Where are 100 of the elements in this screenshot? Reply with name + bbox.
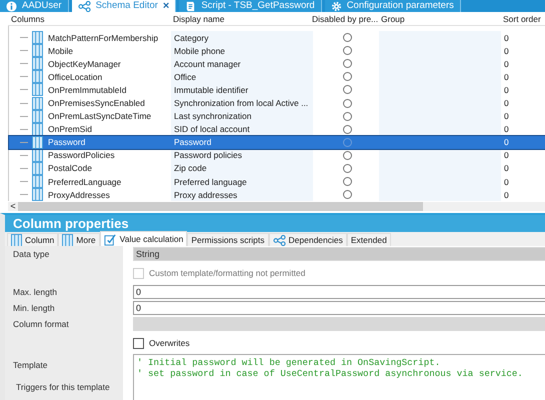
column-header[interactable]: Group — [378, 14, 500, 24]
column-icon — [32, 70, 43, 84]
column-name: Password — [48, 137, 86, 148]
radio-button[interactable] — [343, 164, 352, 173]
tab[interactable]: Extended — [346, 233, 391, 246]
display-name: Preferred language — [174, 176, 247, 187]
column-icon — [11, 234, 22, 247]
display-name: Office — [174, 72, 196, 82]
edit-icon — [104, 232, 117, 246]
radio-button[interactable] — [343, 72, 352, 82]
table-row[interactable]: OnPremisesSyncEnabled Synchronization from local Active ... 0 — [9, 96, 545, 110]
radio-button[interactable] — [343, 190, 352, 200]
display-name: Proxy addresses — [174, 190, 238, 200]
radio-button[interactable] — [343, 46, 352, 56]
radio-button[interactable] — [343, 177, 352, 186]
display-name: Synchronization from local Active ... — [174, 98, 308, 108]
input-field[interactable]: 0 — [133, 285, 545, 300]
field-label: Template — [13, 360, 48, 370]
checkbox-label: Custom template/formatting not permitted — [149, 268, 306, 278]
display-name: Immutable identifier — [174, 84, 248, 95]
radio-button[interactable] — [343, 150, 352, 160]
table-row[interactable]: OnPremLastSyncDateTime Last synchronization 0 — [9, 110, 545, 123]
sort-order: 0 — [504, 124, 509, 134]
column-icon — [32, 175, 43, 188]
column-name: OfficeLocation — [48, 72, 102, 82]
radio-button[interactable] — [343, 59, 352, 68]
display-name: Password policies — [174, 150, 242, 160]
display-name: Last synchronization — [174, 111, 252, 122]
field-label: Min. length — [13, 303, 55, 314]
display-name: Category — [174, 32, 208, 43]
table-row[interactable]: OnPremImmutableId Immutable identifier 0 — [9, 83, 545, 96]
share-icon — [272, 234, 286, 246]
table-row[interactable]: Mobile Mobile phone 0 — [9, 44, 545, 58]
tab[interactable]: More — [58, 233, 100, 246]
table-row[interactable]: MatchPatternForMembership Category 0 — [9, 31, 545, 44]
triggers-label: Triggers for this template — [15, 382, 111, 392]
column-icon — [32, 57, 43, 70]
tab[interactable]: Value calculation — [100, 231, 188, 246]
document-tab[interactable]: Schema Editor × — [72, 0, 176, 12]
column-icon — [32, 148, 43, 162]
table-row[interactable]: PasswordPolicies Password policies 0 — [9, 148, 545, 162]
display-name: Account manager — [174, 58, 241, 69]
column-icon — [32, 122, 43, 136]
field-label: Data type — [13, 249, 50, 260]
column-header[interactable]: Sort order — [500, 14, 545, 24]
sort-order: 0 — [504, 72, 509, 82]
readonly-field: String — [133, 247, 545, 262]
column-name: OnPremImmutableId — [48, 84, 126, 95]
sort-order: 0 — [504, 111, 509, 122]
column-icon — [32, 83, 43, 96]
checkbox[interactable] — [133, 338, 144, 349]
table-row[interactable]: ProxyAddresses Proxy addresses 0 — [9, 188, 545, 202]
column-icon — [32, 162, 43, 175]
radio-button[interactable] — [343, 112, 352, 121]
column-name: PostalCode — [48, 163, 92, 174]
column-name: PasswordPolicies — [48, 150, 115, 160]
code-editor[interactable]: ' Initial password will be generated in OnSavingScript. ' set password in case of UseCentralPassword asynchronous via service. — [133, 354, 545, 400]
radio-button[interactable] — [343, 85, 352, 94]
radio-button[interactable] — [343, 98, 352, 108]
table-row[interactable]: ObjectKeyManager Account manager 0 — [9, 57, 545, 70]
share-icon — [78, 0, 91, 12]
tab[interactable]: Permissions scripts — [187, 233, 269, 246]
column-icon — [62, 234, 74, 247]
code-comment: ' set password in case of UseCentralPassword asynchronous via service. — [137, 368, 524, 380]
table-row[interactable]: Password Password 0 — [9, 136, 545, 149]
sort-order: 0 — [504, 137, 509, 148]
code-comment: ' Initial password will be generated in OnSavingScript. — [137, 357, 442, 368]
column-icon — [32, 136, 43, 149]
sort-order: 0 — [504, 98, 509, 108]
table-row[interactable]: PreferredLanguage Preferred language 0 — [9, 175, 545, 188]
sort-order: 0 — [504, 84, 509, 95]
close-icon[interactable]: × — [162, 0, 170, 12]
column-name: OnPremisesSyncEnabled — [48, 98, 145, 108]
column-name: ProxyAddresses — [48, 190, 110, 200]
sort-order: 0 — [504, 58, 509, 69]
radio-button[interactable] — [343, 124, 352, 134]
table-row[interactable]: PostalCode Zip code 0 — [9, 162, 545, 176]
scrollbar-thumb[interactable] — [18, 202, 423, 212]
table-row[interactable]: OfficeLocation Office 0 — [9, 70, 545, 84]
input-field[interactable]: 0 — [133, 301, 545, 316]
column-name: OnPremSid — [48, 124, 92, 134]
sort-order: 0 — [504, 176, 509, 187]
sort-order: 0 — [504, 46, 509, 56]
column-header[interactable]: Display name — [170, 14, 312, 24]
display-name: SID of local account — [174, 124, 250, 134]
column-name: OnPremLastSyncDateTime — [48, 111, 152, 122]
tab[interactable]: Dependencies — [268, 233, 347, 246]
tab[interactable]: Column — [7, 233, 58, 246]
column-name: ObjectKeyManager — [48, 58, 121, 69]
column-icon — [32, 44, 43, 58]
column-name: Mobile — [48, 46, 74, 56]
scroll-left-button[interactable]: < — [8, 202, 18, 212]
display-name: Zip code — [174, 163, 207, 174]
display-name: Mobile phone — [174, 46, 226, 56]
column-header[interactable]: Disabled by pre... — [312, 14, 378, 24]
sort-order: 0 — [504, 150, 509, 160]
sort-order: 0 — [504, 32, 509, 43]
radio-button[interactable] — [343, 138, 352, 147]
column-header[interactable]: Columns — [8, 14, 170, 24]
radio-button[interactable] — [343, 33, 352, 42]
